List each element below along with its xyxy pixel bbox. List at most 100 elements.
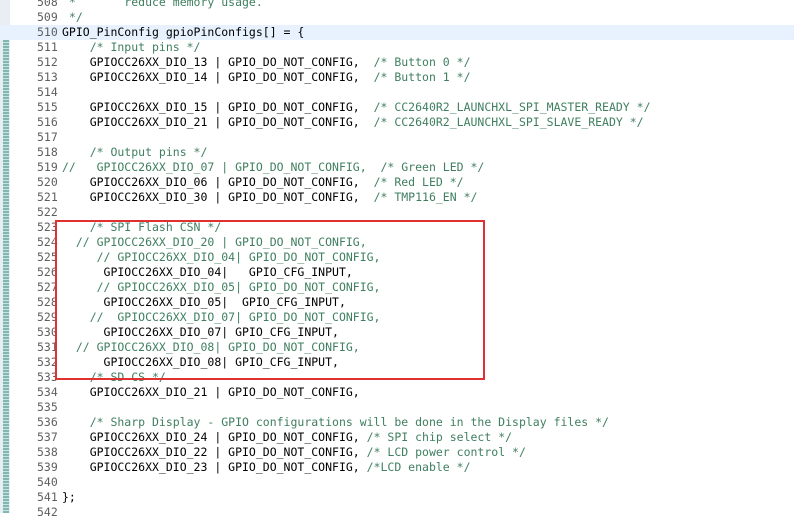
code-token: GPIOCC26XX_DIO_30 | GPIO_DO_NOT_CONFIG, (62, 190, 374, 204)
line-text[interactable]: GPIOCC26XX_DIO_15 | GPIO_DO_NOT_CONFIG, … (62, 100, 651, 115)
code-line[interactable]: 528 GPIOCC26XX_DIO_05| GPIO_CFG_INPUT, (0, 295, 794, 310)
line-text[interactable]: // GPIOCC26XX_DIO_07| GPIO_DO_NOT_CONFIG… (62, 310, 381, 325)
code-token: GPIOCC26XX_DIO_06 | GPIO_DO_NOT_CONFIG, (62, 175, 374, 189)
code-token: GPIOCC26XX_DIO_22 | GPIO_DO_NOT_CONFIG, (62, 445, 367, 459)
code-comment: /* Input pins */ (62, 40, 201, 54)
code-line[interactable]: 539 GPIOCC26XX_DIO_23 | GPIO_DO_NOT_CONF… (0, 460, 794, 475)
line-text[interactable]: /* Sharp Display - GPIO configurations w… (62, 415, 609, 430)
code-line[interactable]: 510 GPIO_PinConfig gpioPinConfigs[] = { (0, 25, 794, 40)
line-text[interactable]: /* Input pins */ (62, 40, 201, 55)
code-line[interactable]: 532 GPIOCC26XX_DIO_08| GPIO_CFG_INPUT, (0, 355, 794, 370)
code-line[interactable]: 536 /* Sharp Display - GPIO configuratio… (0, 415, 794, 430)
line-text[interactable]: GPIOCC26XX_DIO_05| GPIO_CFG_INPUT, (62, 295, 346, 310)
code-comment: */ (62, 10, 83, 24)
code-comment: /* Button 0 */ (373, 55, 471, 69)
code-line[interactable]: 517 (0, 130, 794, 145)
line-number: 525 (37, 250, 58, 264)
code-line[interactable]: 527 // GPIOCC26XX_DIO_05| GPIO_DO_NOT_CO… (0, 280, 794, 295)
code-token: GPIOCC26XX_DIO_04| GPIO_CFG_INPUT, (62, 265, 353, 279)
line-number: 535 (37, 400, 58, 414)
code-line[interactable]: 534 GPIOCC26XX_DIO_21 | GPIO_DO_NOT_CONF… (0, 385, 794, 400)
code-line[interactable]: 522 (0, 205, 794, 220)
code-token: GPIOCC26XX_DIO_08| GPIO_CFG_INPUT, (62, 355, 339, 369)
code-line[interactable]: 537 GPIOCC26XX_DIO_24 | GPIO_DO_NOT_CONF… (0, 430, 794, 445)
line-text[interactable]: // GPIOCC26XX_DIO_08| GPIO_DO_NOT_CONFIG… (62, 340, 360, 355)
line-number: 508 (37, 0, 58, 9)
code-line[interactable]: 511 /* Input pins */ (0, 40, 794, 55)
code-token: GPIOCC26XX_DIO_23 | GPIO_DO_NOT_CONFIG, (62, 460, 367, 474)
line-number: 538 (37, 445, 58, 459)
line-text[interactable]: GPIOCC26XX_DIO_21 | GPIO_DO_NOT_CONFIG, (62, 385, 360, 400)
line-text[interactable]: // GPIOCC26XX_DIO_04| GPIO_DO_NOT_CONFIG… (62, 250, 381, 265)
line-text[interactable]: GPIO_PinConfig gpioPinConfigs[] = { (62, 25, 304, 40)
line-number: 514 (37, 85, 58, 99)
line-text[interactable]: /* SD CS */ (62, 370, 166, 385)
code-line[interactable]: 515 GPIOCC26XX_DIO_15 | GPIO_DO_NOT_CONF… (0, 100, 794, 115)
line-number: 537 (37, 430, 58, 444)
code-token: GPIOCC26XX_DIO_15 | GPIO_DO_NOT_CONFIG, (62, 100, 374, 114)
line-text[interactable]: GPIOCC26XX_DIO_07| GPIO_CFG_INPUT, (62, 325, 339, 340)
code-line[interactable]: 514 (0, 85, 794, 100)
code-line[interactable]: 523 /* SPI Flash CSN */ (0, 220, 794, 235)
code-token: GPIOCC26XX_DIO_21 | GPIO_DO_NOT_CONFIG, (62, 115, 374, 129)
line-text[interactable]: /* Output pins */ (62, 145, 208, 160)
code-comment: /* Red LED */ (373, 175, 464, 189)
line-number: 527 (37, 280, 58, 294)
line-number: 523 (37, 220, 58, 234)
line-text[interactable]: GPIOCC26XX_DIO_14 | GPIO_DO_NOT_CONFIG, … (62, 70, 471, 85)
line-text[interactable]: // GPIOCC26XX_DIO_05| GPIO_DO_NOT_CONFIG… (62, 280, 381, 295)
code-token: GPIOCC26XX_DIO_14 | GPIO_DO_NOT_CONFIG, (62, 70, 374, 84)
code-line[interactable]: 525 // GPIOCC26XX_DIO_04| GPIO_DO_NOT_CO… (0, 250, 794, 265)
line-number: 540 (37, 475, 58, 489)
line-text[interactable]: GPIOCC26XX_DIO_24 | GPIO_DO_NOT_CONFIG, … (62, 430, 512, 445)
code-line[interactable]: 518 /* Output pins */ (0, 145, 794, 160)
code-line[interactable]: 535 (0, 400, 794, 415)
line-number: 531 (37, 340, 58, 354)
line-text[interactable]: // GPIOCC26XX_DIO_07 | GPIO_DO_NOT_CONFI… (62, 160, 484, 175)
line-text[interactable]: GPIOCC26XX_DIO_06 | GPIO_DO_NOT_CONFIG, … (62, 175, 464, 190)
line-number: 519 (37, 160, 58, 174)
code-line[interactable]: 508 * reduce memory usage. (0, 0, 794, 10)
line-text[interactable]: GPIOCC26XX_DIO_21 | GPIO_DO_NOT_CONFIG, … (62, 115, 644, 130)
code-comment: /* CC2640R2_LAUNCHXL_SPI_SLAVE_READY */ (373, 115, 644, 129)
code-line[interactable]: 533 /* SD CS */ (0, 370, 794, 385)
line-text[interactable]: GPIOCC26XX_DIO_22 | GPIO_DO_NOT_CONFIG, … (62, 445, 526, 460)
line-text[interactable]: GPIOCC26XX_DIO_08| GPIO_CFG_INPUT, (62, 355, 339, 370)
code-line[interactable]: 540 (0, 475, 794, 490)
line-text[interactable]: }; (62, 490, 76, 505)
line-text[interactable]: GPIOCC26XX_DIO_13 | GPIO_DO_NOT_CONFIG, … (62, 55, 471, 70)
line-number: 522 (37, 205, 58, 219)
code-line[interactable]: 519 // GPIOCC26XX_DIO_07 | GPIO_DO_NOT_CO… (0, 160, 794, 175)
code-line[interactable]: 524 // GPIOCC26XX_DIO_20 | GPIO_DO_NOT_C… (0, 235, 794, 250)
code-line[interactable]: 516 GPIOCC26XX_DIO_21 | GPIO_DO_NOT_CONF… (0, 115, 794, 130)
code-line[interactable]: 513 GPIOCC26XX_DIO_14 | GPIO_DO_NOT_CONF… (0, 70, 794, 85)
code-comment: // GPIOCC26XX_DIO_04| GPIO_DO_NOT_CONFIG… (62, 250, 381, 264)
code-line[interactable]: 529 // GPIOCC26XX_DIO_07| GPIO_DO_NOT_CO… (0, 310, 794, 325)
code-line[interactable]: 509 */ (0, 10, 794, 25)
line-number: 513 (37, 70, 58, 84)
code-line[interactable]: 520 GPIOCC26XX_DIO_06 | GPIO_DO_NOT_CONF… (0, 175, 794, 190)
code-token: GPIO_PinConfig gpioPinConfigs[] = { (62, 25, 305, 39)
line-text[interactable]: GPIOCC26XX_DIO_04| GPIO_CFG_INPUT, (62, 265, 353, 280)
line-number: 534 (37, 385, 58, 399)
code-comment: /* Output pins */ (62, 145, 208, 159)
line-text[interactable]: * reduce memory usage. (62, 0, 263, 10)
line-number: 526 (37, 265, 58, 279)
line-number: 530 (37, 325, 58, 339)
code-line[interactable]: 538 GPIOCC26XX_DIO_22 | GPIO_DO_NOT_CONF… (0, 445, 794, 460)
code-line[interactable]: 526 GPIOCC26XX_DIO_04| GPIO_CFG_INPUT, (0, 265, 794, 280)
code-line[interactable]: 531 // GPIOCC26XX_DIO_08| GPIO_DO_NOT_CO… (0, 340, 794, 355)
line-text[interactable]: GPIOCC26XX_DIO_23 | GPIO_DO_NOT_CONFIG, … (62, 460, 471, 475)
line-text[interactable]: /* SPI Flash CSN */ (62, 220, 222, 235)
line-text[interactable]: GPIOCC26XX_DIO_30 | GPIO_DO_NOT_CONFIG, … (62, 190, 478, 205)
line-text[interactable]: // GPIOCC26XX_DIO_20 | GPIO_DO_NOT_CONFI… (62, 235, 367, 250)
code-line[interactable]: 512 GPIOCC26XX_DIO_13 | GPIO_DO_NOT_CONF… (0, 55, 794, 70)
code-line[interactable]: 541}; (0, 490, 794, 505)
code-line[interactable]: 521 GPIOCC26XX_DIO_30 | GPIO_DO_NOT_CONF… (0, 190, 794, 205)
code-line[interactable]: 530 GPIOCC26XX_DIO_07| GPIO_CFG_INPUT, (0, 325, 794, 340)
line-number: 529 (37, 310, 58, 324)
line-number: 518 (37, 145, 58, 159)
line-number: 532 (37, 355, 58, 369)
code-comment: /* LCD power control */ (366, 445, 526, 459)
line-text[interactable]: */ (62, 10, 83, 25)
